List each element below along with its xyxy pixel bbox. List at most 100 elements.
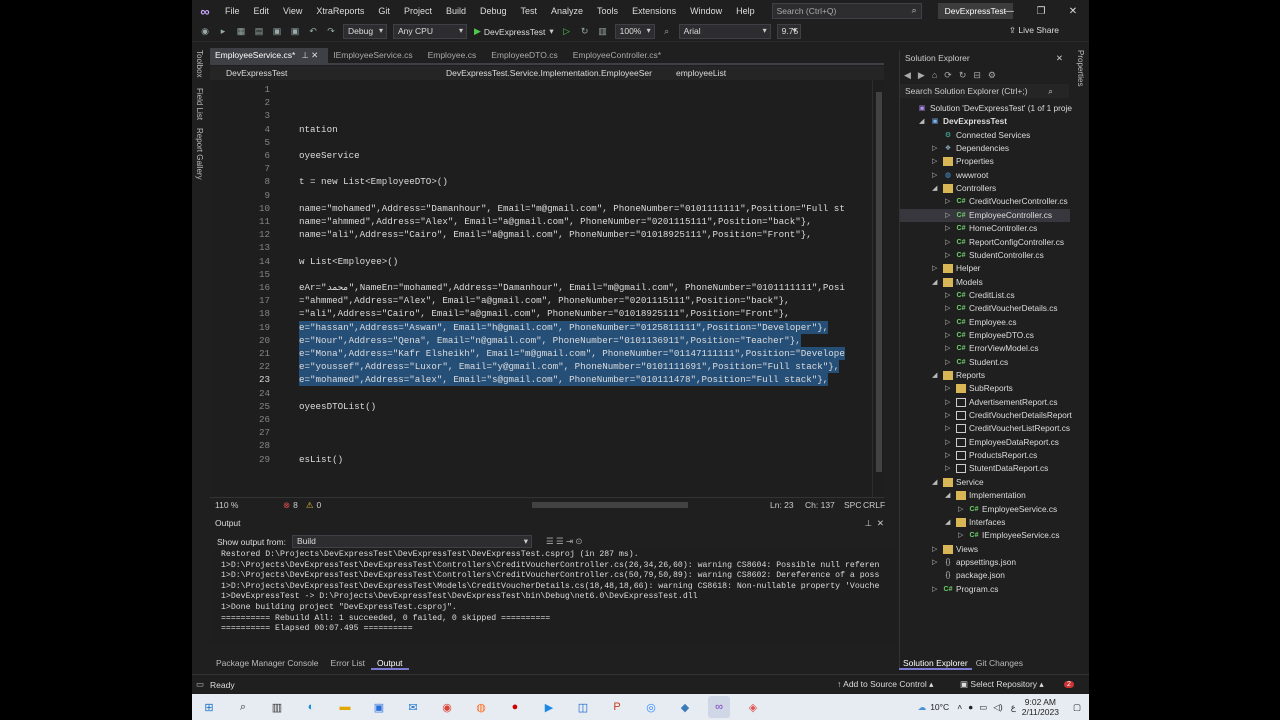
menu-build[interactable]: Build — [439, 0, 473, 22]
solution-tree-item[interactable]: ▷ Views — [900, 543, 1070, 556]
collapsed-arrow-icon[interactable]: ▷ — [932, 556, 937, 569]
solution-tree-item[interactable]: ▷ C# EmployeeController.cs — [900, 208, 1070, 222]
close-output-icon[interactable]: ✕ — [877, 516, 884, 531]
code-line[interactable]: 16 eAr="محمد",NameEn="mohamed",Address="D… — [210, 281, 884, 294]
start-without-debugging-icon[interactable]: ▷ — [560, 25, 574, 39]
notification-icon[interactable]: 2 — [1064, 681, 1074, 688]
code-editor[interactable]: 1 2 3 4 ntation 5 6 oyeeService 7 8 t = new List<E… — [210, 80, 884, 497]
code-line[interactable]: 21 e="Mona",Address="Kafr Elsheikh", Emai… — [210, 347, 884, 360]
code-line[interactable]: 24 — [210, 387, 884, 400]
code-line[interactable]: 5 — [210, 136, 884, 149]
bottom-tab[interactable]: Package Manager Console — [210, 656, 325, 670]
close-icon[interactable]: ✕ — [1057, 0, 1089, 22]
powerpoint-icon[interactable]: P — [606, 696, 628, 718]
layout-icon[interactable]: ▥ — [596, 25, 610, 39]
document-tab[interactable]: EmployeeService.cs* ⊥ ✕ — [210, 48, 329, 63]
member-nav-dropdown[interactable]: employeeList — [660, 68, 860, 78]
menu-extensions[interactable]: Extensions — [625, 0, 683, 22]
solution-tree-item[interactable]: ▷ CreditVoucherListReport.cs — [900, 422, 1070, 435]
solution-tree-item[interactable]: ◢ ▣ DevExpressTest — [900, 115, 1070, 128]
output-text[interactable]: Restored D:\Projects\DevExpressTest\DevE… — [210, 550, 898, 645]
solution-tree-item[interactable]: ▷ C# Program.cs — [900, 583, 1070, 596]
code-line[interactable]: 10 name="mohamed",Address="Damanhour", Em… — [210, 202, 884, 215]
windows-start-icon[interactable]: ⊞ — [198, 696, 220, 718]
code-line[interactable]: 27 — [210, 426, 884, 439]
expanded-arrow-icon[interactable]: ◢ — [919, 115, 924, 128]
report-gallery-tab[interactable]: Report Gallery — [195, 128, 204, 180]
document-tab[interactable]: EmployeeController.cs* — [568, 48, 671, 63]
store-icon[interactable]: ▣ — [368, 696, 390, 718]
code-line[interactable]: 13 — [210, 241, 884, 254]
bottom-tab[interactable]: Output — [371, 656, 409, 670]
type-nav-dropdown[interactable]: DevExpressTest.Service.Implementation.Em… — [430, 68, 660, 78]
live-share-button[interactable]: ⇪ Live Share — [1009, 25, 1059, 36]
code-line[interactable]: 28 — [210, 439, 884, 452]
hot-reload-icon[interactable]: ↻ — [578, 25, 592, 39]
solution-tree-item[interactable]: ▷ C# Employee.cs — [900, 316, 1070, 329]
solution-tree-item[interactable]: ◢ Controllers — [900, 182, 1070, 195]
solution-tree-item[interactable]: ▷ Properties — [900, 155, 1070, 168]
se-bottom-tab[interactable]: Git Changes — [972, 656, 1027, 670]
collapsed-arrow-icon[interactable]: ▷ — [945, 195, 950, 208]
bottom-tab[interactable]: Error List — [325, 656, 371, 670]
code-line[interactable]: 9 — [210, 189, 884, 202]
code-line[interactable]: 29 esList() — [210, 453, 884, 466]
close-solution-explorer-icon[interactable]: ✕ — [1056, 50, 1063, 66]
menu-view[interactable]: View — [276, 0, 309, 22]
solution-tree-item[interactable]: ▷ C# CreditList.cs — [900, 289, 1070, 302]
se-collapse-icon[interactable]: ⊟ — [973, 70, 981, 81]
solution-tree-item[interactable]: ▷ C# HomeController.cs — [900, 222, 1070, 235]
language-indicator[interactable]: ع — [1011, 702, 1016, 713]
editor-zoom[interactable]: 110 % — [215, 500, 255, 510]
line-ending-indicator[interactable]: CRLF — [863, 500, 885, 510]
edge-icon[interactable]: ◐ — [300, 696, 322, 718]
save-icon[interactable]: ▣ — [270, 25, 284, 39]
code-line[interactable]: 3 — [210, 109, 884, 122]
collapsed-arrow-icon[interactable]: ▷ — [945, 409, 950, 422]
menu-file[interactable]: File — [218, 0, 247, 22]
solution-tree-item[interactable]: ▷ Helper — [900, 262, 1070, 275]
paint-icon[interactable]: ◈ — [742, 696, 764, 718]
solution-tree-item[interactable]: ▷ C# EmployeeService.cs — [900, 503, 1070, 516]
code-line[interactable]: 14 w List<Employee>() — [210, 255, 884, 268]
notification-center-icon[interactable]: ▢ — [1073, 702, 1081, 713]
collapsed-arrow-icon[interactable]: ▷ — [958, 529, 963, 542]
expanded-arrow-icon[interactable]: ◢ — [932, 369, 937, 382]
code-line[interactable]: 6 oyeeService — [210, 149, 884, 162]
solution-tree-item[interactable]: ▷ C# ReportConfigController.cs — [900, 236, 1070, 249]
file-explorer-icon[interactable]: ▬ — [334, 696, 356, 718]
zoom-dropdown[interactable]: 100% — [614, 24, 655, 39]
code-line[interactable]: 12 name="ali",Address="Cairo", Email="a@g… — [210, 228, 884, 241]
outlook-icon[interactable]: ◫ — [572, 696, 594, 718]
solution-tree-item[interactable]: ◢ Interfaces — [900, 516, 1070, 529]
menu-edit[interactable]: Edit — [247, 0, 277, 22]
collapsed-arrow-icon[interactable]: ▷ — [945, 302, 950, 315]
zoom-icon[interactable]: ◎ — [640, 696, 662, 718]
undo-icon[interactable]: ↶ — [306, 25, 320, 39]
open-icon[interactable]: ▤ — [252, 25, 266, 39]
se-forward-icon[interactable]: ▶ — [918, 70, 925, 81]
collapsed-arrow-icon[interactable]: ▷ — [945, 209, 950, 222]
back-icon[interactable]: ◉ — [198, 25, 212, 39]
run-button[interactable]: ▶ DevExpressTest ▾ — [474, 26, 554, 37]
code-line[interactable]: 20 e="Nour",Address="Qena", Email="n@gmai… — [210, 333, 884, 347]
solution-tree-item[interactable]: ▷ SubReports — [900, 382, 1070, 395]
expanded-arrow-icon[interactable]: ◢ — [932, 476, 937, 489]
save-all-icon[interactable]: ▣ — [288, 25, 302, 39]
collapsed-arrow-icon[interactable]: ▷ — [932, 543, 937, 556]
code-line[interactable]: 19 e="hassan",Address="Aswan", Email="h@g… — [210, 320, 884, 334]
solution-search-input[interactable]: Search Solution Explorer (Ctrl+;) ⌕ — [900, 84, 1069, 98]
solution-tree-item[interactable]: ◢ Service — [900, 476, 1070, 489]
menu-analyze[interactable]: Analyze — [544, 0, 590, 22]
solution-tree-item[interactable]: ▷ ◍ wwwroot — [900, 169, 1070, 182]
collapsed-arrow-icon[interactable]: ▷ — [945, 436, 950, 449]
recorder-icon[interactable]: ● — [504, 696, 526, 718]
output-source-dropdown[interactable]: Build — [291, 535, 532, 548]
expanded-arrow-icon[interactable]: ◢ — [932, 276, 937, 289]
collapsed-arrow-icon[interactable]: ▷ — [945, 329, 950, 342]
se-bottom-tab[interactable]: Solution Explorer — [899, 656, 972, 670]
collapsed-arrow-icon[interactable]: ▷ — [945, 462, 950, 475]
collapsed-arrow-icon[interactable]: ▷ — [932, 142, 937, 155]
solution-tree-item[interactable]: {} package.json — [900, 569, 1070, 582]
menu-git[interactable]: Git — [371, 0, 397, 22]
